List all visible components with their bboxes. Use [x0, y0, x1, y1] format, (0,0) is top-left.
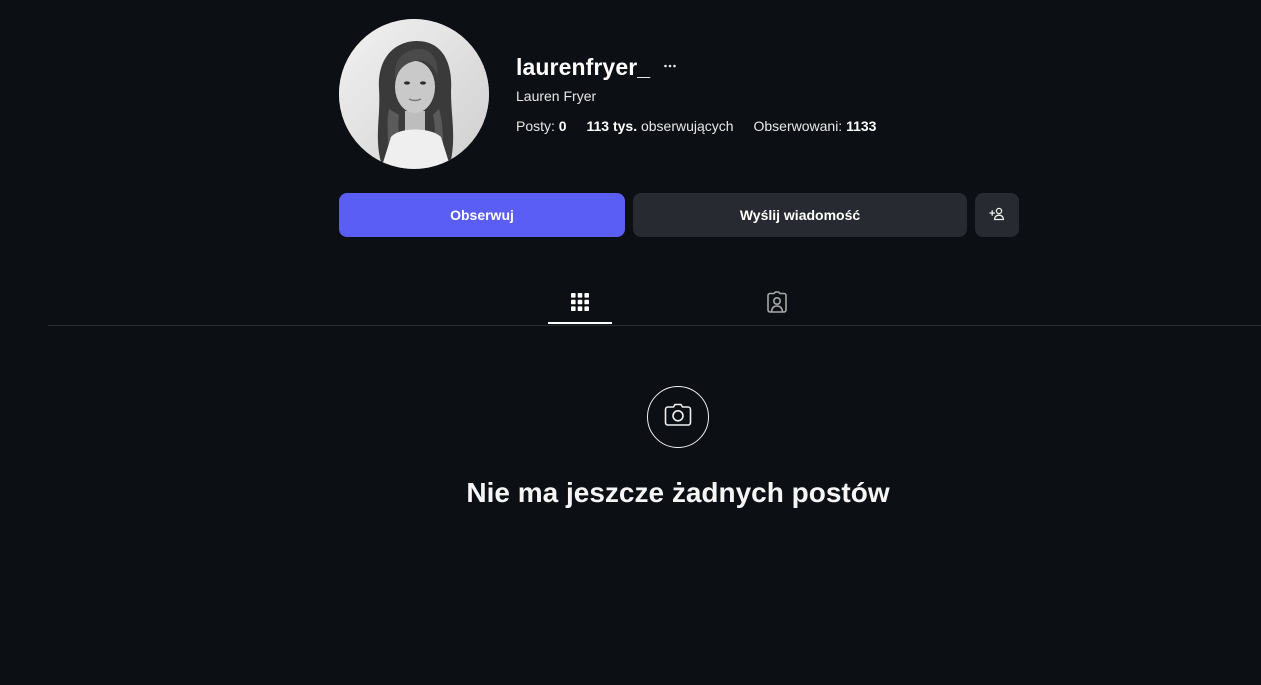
profile-stats: Posty: 0 113 tys. obserwujących Obserwow…	[516, 117, 892, 135]
avatar-photo	[339, 19, 489, 169]
empty-state-icon-circle	[647, 386, 709, 448]
posts-label: Posty:	[516, 118, 555, 134]
profile-page: laurenfryer_ Lauren Fryer Posty: 0 113 t…	[0, 0, 1261, 685]
following-value: 1133	[846, 118, 877, 134]
tagged-user-icon	[765, 290, 789, 319]
follow-button[interactable]: Obserwuj	[339, 193, 625, 237]
avatar[interactable]	[339, 19, 489, 169]
send-message-button[interactable]: Wyślij wiadomość	[633, 193, 967, 237]
tab-posts[interactable]	[548, 284, 612, 324]
add-person-icon	[989, 206, 1005, 225]
posts-count: Posty: 0	[516, 118, 570, 134]
more-options-icon[interactable]	[663, 56, 677, 76]
grid-icon	[570, 292, 590, 317]
active-tab-indicator	[548, 322, 612, 324]
followers-count[interactable]: 113 tys. obserwujących	[586, 118, 737, 134]
camera-icon	[664, 403, 692, 432]
posts-value: 0	[558, 118, 567, 134]
followers-value: 113 tys.	[586, 118, 638, 134]
tabs-divider	[48, 325, 1261, 326]
full-name: Lauren Fryer	[516, 88, 597, 104]
empty-state-title: Nie ma jeszcze żadnych postów	[466, 477, 890, 508]
username: laurenfryer_	[516, 54, 651, 80]
following-count[interactable]: Obserwowani: 1133	[753, 118, 876, 134]
followers-label: obserwujących	[640, 118, 734, 134]
suggested-accounts-button[interactable]	[975, 193, 1019, 237]
tab-tagged[interactable]	[745, 284, 809, 324]
following-label: Obserwowani:	[753, 118, 843, 134]
